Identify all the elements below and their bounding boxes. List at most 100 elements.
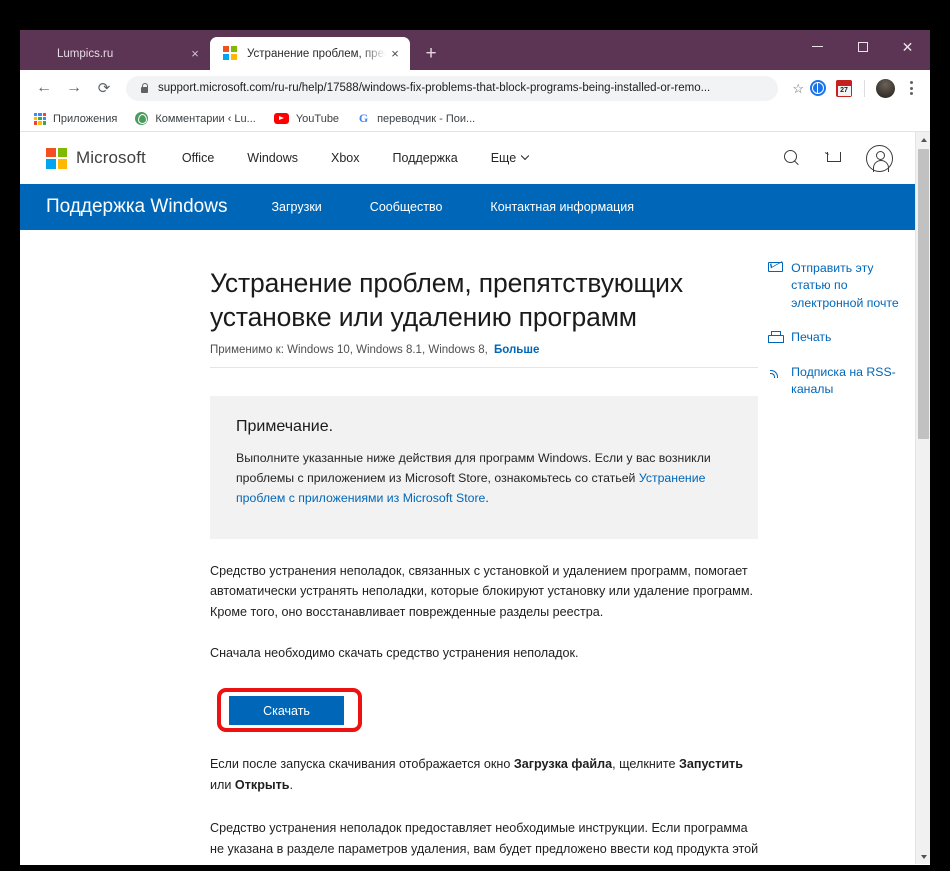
- applies-to-value: Windows 10, Windows 8.1, Windows 8,: [287, 343, 488, 356]
- microsoft-wordmark: Microsoft: [76, 148, 146, 167]
- p3-e: или: [210, 778, 235, 793]
- nav-item-support[interactable]: Поддержка: [393, 151, 458, 165]
- print-link[interactable]: Печать: [768, 329, 915, 346]
- support-nav-links: Загрузки Сообщество Контактная информаци…: [271, 200, 634, 214]
- nav-label: Windows: [247, 151, 298, 165]
- tab-close-icon[interactable]: ×: [386, 45, 404, 63]
- account-icon[interactable]: [866, 144, 893, 172]
- nav-label: Поддержка: [392, 151, 458, 165]
- paragraph-download-intro: Сначала необходимо скачать средство устр…: [210, 646, 579, 661]
- content-area: Устранение проблем, препятствующих устан…: [20, 230, 915, 864]
- paragraph-troubleshooter-description: Средство устранения неполадок, связанных…: [210, 563, 753, 620]
- print-label: Печать: [791, 330, 832, 345]
- download-button-zone: Скачать: [217, 688, 362, 733]
- scroll-down-arrow[interactable]: [916, 849, 930, 864]
- reload-button[interactable]: ⟳: [90, 74, 118, 102]
- apps-grid-icon: [34, 112, 46, 125]
- microsoft-favicon: [223, 46, 238, 61]
- green-globe-icon: [135, 112, 149, 125]
- browser-toolbar: ← → ⟳ support.microsoft.com/ru-ru/help/1…: [20, 70, 930, 106]
- close-icon: ✕: [901, 38, 914, 55]
- new-tab-button[interactable]: +: [417, 39, 445, 67]
- bookmark-label: YouTube: [295, 112, 340, 125]
- tab-close-icon[interactable]: ×: [186, 45, 204, 63]
- article-column: Устранение проблем, препятствующих устан…: [210, 230, 759, 864]
- microsoft-logo[interactable]: Microsoft: [46, 147, 146, 169]
- nav-item-more[interactable]: Еще: [491, 151, 530, 165]
- globe-extension-icon[interactable]: [810, 80, 826, 96]
- screenshot-root: Lumpics.ru × Устранение проблем, препятс…: [0, 0, 950, 871]
- page-scrollbar[interactable]: [915, 132, 930, 864]
- maximize-button[interactable]: [840, 30, 885, 63]
- note-heading: Примечание.: [236, 417, 334, 435]
- calendar-day-number: 27: [837, 85, 851, 96]
- bookmark-comments[interactable]: Комментарии ‹ Lu...: [135, 112, 256, 125]
- nav-item-office[interactable]: Office: [182, 151, 214, 165]
- youtube-icon: [273, 113, 289, 124]
- maximize-icon: [857, 41, 868, 52]
- support-link-community[interactable]: Сообщество: [370, 200, 443, 214]
- back-button[interactable]: ←: [30, 74, 58, 102]
- support-brand-title[interactable]: Поддержка Windows: [46, 196, 227, 218]
- bookmarks-bar: Приложения Комментарии ‹ Lu... YouTube G…: [20, 106, 930, 132]
- note-body: Выполните указанные ниже действия для пр…: [236, 449, 732, 509]
- browser-tab-microsoft-support[interactable]: Устранение проблем, препятств ×: [210, 37, 410, 70]
- nav-label: Office: [181, 151, 215, 165]
- browser-tab-lumpics[interactable]: Lumpics.ru ×: [20, 37, 210, 70]
- kebab-menu-icon[interactable]: [900, 76, 922, 100]
- bookmark-star-icon[interactable]: ☆: [792, 82, 804, 95]
- p3-bold-open: Открыть: [234, 778, 290, 793]
- tab-title: Устранение проблем, препятств: [247, 47, 386, 60]
- rss-subscribe-link[interactable]: Подписка на RSS-каналы: [768, 364, 915, 399]
- mail-icon: [768, 262, 784, 272]
- chevron-down-icon: [520, 151, 530, 161]
- rss-icon: [768, 366, 783, 379]
- google-g-icon: G: [358, 111, 369, 125]
- bookmark-label: переводчик - Пои...: [377, 112, 476, 125]
- web-page: Microsoft Office Windows Xbox Поддержка …: [20, 132, 915, 864]
- minimize-icon: [812, 46, 823, 47]
- bookmark-label: Приложения: [53, 112, 118, 125]
- orange-circle-favicon: [33, 46, 48, 61]
- paragraph-file-download-dialog: Если после запуска скачивания отображает…: [210, 754, 758, 796]
- microsoft-global-nav: Microsoft Office Windows Xbox Поддержка …: [20, 132, 915, 184]
- forward-button[interactable]: →: [60, 74, 88, 102]
- page-viewport: Microsoft Office Windows Xbox Поддержка …: [20, 132, 930, 864]
- share-by-email-label: Отправить эту статью по электронной почт…: [791, 261, 899, 310]
- profile-avatar[interactable]: [876, 78, 895, 98]
- scrollbar-thumb[interactable]: [918, 149, 929, 439]
- p3-bold-run: Запустить: [678, 757, 743, 772]
- applies-to-label: Применимо к:: [210, 343, 284, 356]
- support-link-contact[interactable]: Контактная информация: [490, 200, 634, 214]
- download-button[interactable]: Скачать: [229, 696, 344, 726]
- rss-subscribe-label: Подписка на RSS-каналы: [791, 364, 896, 397]
- address-bar[interactable]: support.microsoft.com/ru-ru/help/17588/w…: [126, 75, 779, 101]
- cart-icon[interactable]: [825, 150, 842, 166]
- tab-title: Lumpics.ru: [57, 47, 114, 60]
- nav-item-windows[interactable]: Windows: [247, 151, 298, 165]
- global-nav-links: Office Windows Xbox Поддержка Еще: [182, 151, 784, 165]
- browser-titlebar: Lumpics.ru × Устранение проблем, препятс…: [20, 30, 930, 70]
- note-text-after: .: [485, 490, 489, 505]
- bookmark-youtube[interactable]: YouTube: [273, 112, 340, 125]
- applies-to-more-link[interactable]: Больше: [494, 344, 539, 356]
- nav-label: Xbox: [331, 151, 360, 165]
- microsoft-logo-icon: [46, 147, 67, 169]
- nav-item-xbox[interactable]: Xbox: [331, 151, 360, 165]
- browser-window: Lumpics.ru × Устранение проблем, препятс…: [20, 30, 930, 865]
- search-icon[interactable]: [784, 149, 801, 167]
- bookmark-translate[interactable]: G переводчик - Пои...: [357, 112, 475, 125]
- minimize-button[interactable]: [795, 30, 840, 63]
- bookmark-label: Комментарии ‹ Lu...: [155, 112, 256, 125]
- bookmark-apps[interactable]: Приложения: [34, 112, 118, 125]
- toolbar-divider: [864, 79, 865, 97]
- paragraph-product-code: Средство устранения неполадок предоставл…: [210, 820, 759, 864]
- close-button[interactable]: ✕: [885, 30, 930, 63]
- scroll-up-arrow[interactable]: [916, 132, 930, 147]
- calendar-extension-icon[interactable]: 27: [836, 79, 852, 97]
- support-link-downloads[interactable]: Загрузки: [271, 200, 321, 214]
- p3-g: .: [289, 778, 294, 793]
- article-actions-rail: Отправить эту статью по электронной почт…: [768, 230, 915, 864]
- share-by-email-link[interactable]: Отправить эту статью по электронной почт…: [768, 260, 915, 312]
- applies-to-line: Применимо к: Windows 10, Windows 8.1, Wi…: [210, 344, 758, 356]
